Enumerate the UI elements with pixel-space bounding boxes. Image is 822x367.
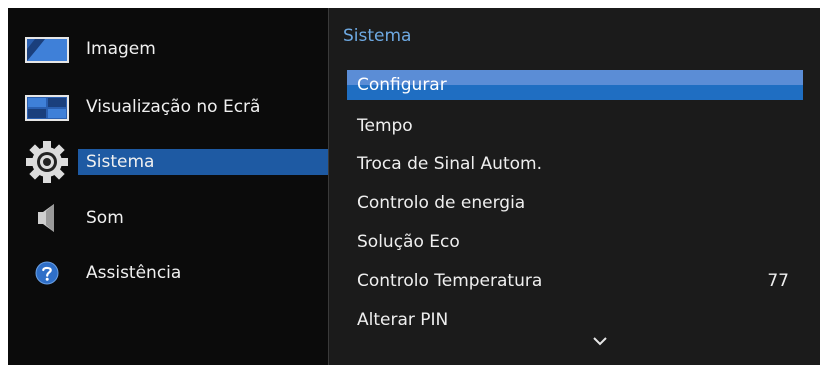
main-menu: Imagem Visualização no Ecrã Sistema Som …: [8, 8, 334, 365]
onscreen-display-icon: [25, 95, 69, 121]
menu-item-label: Sistema: [86, 152, 155, 172]
submenu-item-configurar[interactable]: Configurar: [347, 70, 803, 100]
help-icon: [35, 261, 59, 285]
submenu-item-label: Configurar: [357, 75, 447, 95]
submenu-item-label: Controlo Temperatura: [357, 271, 543, 291]
submenu-item-controlo-energia[interactable]: Controlo de energia: [347, 188, 803, 218]
menu-item-label: Assistência: [86, 263, 182, 283]
menu-item-som[interactable]: Som: [8, 204, 334, 232]
submenu-panel: Sistema Configurar Tempo Troca de Sinal …: [328, 8, 820, 365]
menu-item-label: Imagem: [86, 39, 156, 59]
submenu-item-solucao-eco[interactable]: Solução Eco: [347, 227, 803, 257]
tv-menu-screen: Imagem Visualização no Ecrã Sistema Som …: [8, 8, 820, 365]
picture-icon: [25, 37, 69, 63]
submenu-item-tempo[interactable]: Tempo: [347, 111, 803, 141]
speaker-icon: [38, 204, 54, 232]
gear-icon: [26, 141, 68, 183]
menu-item-sistema[interactable]: Sistema: [8, 141, 334, 183]
submenu-item-label: Tempo: [357, 116, 413, 136]
submenu-item-label: Solução Eco: [357, 232, 460, 252]
temperature-value: 77: [767, 271, 789, 291]
menu-item-label: Som: [86, 208, 124, 228]
panel-title: Sistema: [343, 26, 412, 46]
submenu-item-troca-sinal[interactable]: Troca de Sinal Autom.: [347, 149, 803, 179]
submenu-item-label: Troca de Sinal Autom.: [357, 154, 542, 174]
submenu-item-label: Alterar PIN: [357, 310, 449, 330]
menu-item-label: Visualização no Ecrã: [86, 97, 261, 117]
menu-item-imagem[interactable]: Imagem: [8, 36, 334, 63]
menu-item-assistencia[interactable]: Assistência: [8, 260, 334, 286]
menu-item-visualizacao[interactable]: Visualização no Ecrã: [8, 94, 334, 121]
chevron-down-icon[interactable]: [593, 336, 607, 346]
submenu-item-alterar-pin[interactable]: Alterar PIN: [347, 305, 803, 335]
submenu-item-label: Controlo de energia: [357, 193, 526, 213]
submenu-item-controlo-temperatura[interactable]: Controlo Temperatura 77: [347, 266, 803, 296]
